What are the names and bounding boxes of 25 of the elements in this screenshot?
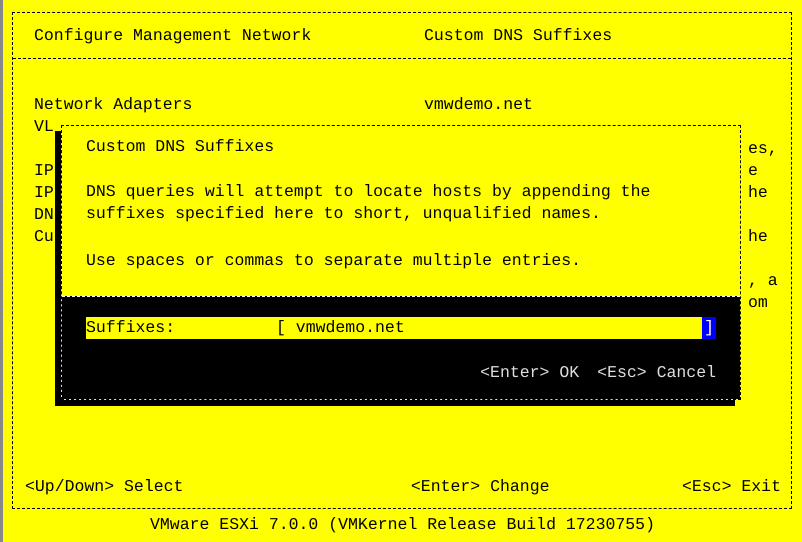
suffixes-field[interactable]: Suffixes: [ vmwdemo.net ] xyxy=(86,317,716,339)
detail-text-fragment: es, xyxy=(748,138,778,160)
detail-text-fragment: om xyxy=(748,292,768,314)
dialog-description: DNS queries will attempt to locate hosts by appending the suffixes specified here to short, unqualified names. xyxy=(86,181,652,225)
menu-item-label: DN xyxy=(34,204,54,226)
key-hint: <Enter> Change xyxy=(410,477,550,496)
menu-item-label: VL xyxy=(34,116,54,138)
version-text: VMware ESXi 7.0.0 (VMKernel Release Build 17230755) xyxy=(149,514,656,536)
menu-item-label: Network Adapters xyxy=(34,94,192,116)
detail-text-fragment: he xyxy=(748,182,768,204)
dialog-title: Custom DNS Suffixes xyxy=(86,136,276,158)
detail-text-fragment: he xyxy=(748,226,768,248)
detail-text: vmwdemo.net xyxy=(424,94,533,116)
screen-title: Configure Management Network xyxy=(34,26,312,45)
key-hint: <Esc> Exit xyxy=(682,477,781,496)
section-title: Custom DNS Suffixes xyxy=(424,26,612,45)
key-hint: <Esc> Cancel xyxy=(597,363,716,382)
key-hint: <Up/Down> Select xyxy=(25,477,184,496)
detail-text-fragment: , a xyxy=(748,270,778,292)
menu-item-label: Cu xyxy=(34,226,54,248)
dialog-description: Use spaces or commas to separate multiple entries. xyxy=(86,250,582,272)
menu-item-label: IP xyxy=(34,182,54,204)
menu-item-label: IP xyxy=(34,160,54,182)
key-hint: <Enter> OK xyxy=(480,363,580,382)
detail-text-fragment: e xyxy=(748,160,758,182)
